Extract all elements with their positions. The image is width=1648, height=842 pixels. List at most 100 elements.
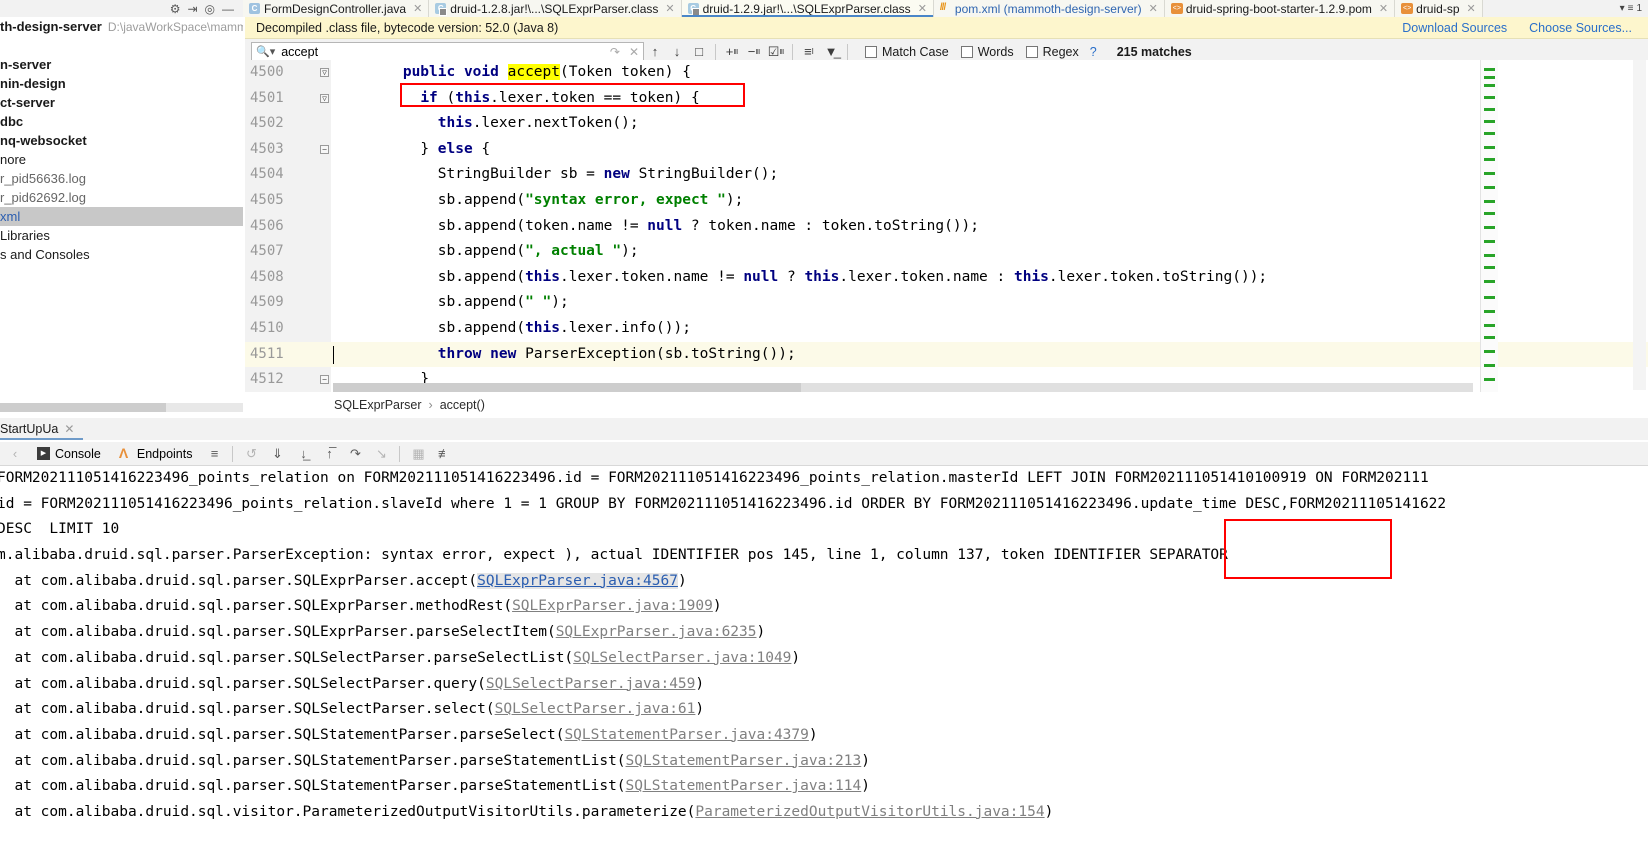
clear-all-icon[interactable]: ≢ — [431, 443, 457, 465]
select-all-occurrences-icon[interactable]: □ — [688, 42, 710, 62]
settings-icon[interactable]: ⚙ — [170, 2, 181, 16]
step-down-icon[interactable]: ⇓ — [264, 443, 290, 465]
editor-tab-0[interactable]: FormDesignController.java ✕ — [243, 0, 430, 17]
code-line[interactable]: 4509 sb.append(" "); — [245, 290, 1648, 316]
stacktrace-link[interactable]: ParameterizedOutputVisitorUtils.java:154 — [695, 804, 1044, 820]
tab-overflow-control[interactable]: ▾ ≡ 1 — [1613, 0, 1648, 17]
stacktrace-link[interactable]: SQLSelectParser.java:1049 — [573, 650, 791, 666]
editor-tab-3[interactable]: pom.xml (mammoth-design-server) ✕ — [933, 0, 1165, 17]
code-line[interactable]: 4503 − } else { — [245, 137, 1648, 163]
find-in-selection-icon[interactable]: ≡ I — [798, 42, 820, 62]
code-fold-close-icon[interactable]: − — [320, 144, 329, 154]
words-checkbox[interactable]: Words — [960, 45, 1014, 59]
find-next-icon[interactable]: ↓ — [666, 42, 688, 62]
code-line[interactable]: 4510 sb.append(this.lexer.info()); — [245, 316, 1648, 342]
code-line[interactable]: 4506 sb.append(token.name != null ? toke… — [245, 214, 1648, 240]
code-line[interactable]: 4507 sb.append(", actual "); — [245, 239, 1648, 265]
close-icon[interactable]: ✕ — [64, 422, 74, 436]
breadcrumb-class[interactable]: SQLExprParser — [334, 398, 422, 412]
match-case-checkbox[interactable]: Match Case — [865, 45, 949, 59]
stacktrace-link[interactable]: SQLStatementParser.java:213 — [626, 753, 862, 769]
select-all-matches-icon[interactable]: ☑ Ⅲ — [765, 42, 787, 62]
words-box[interactable] — [960, 45, 973, 58]
code-line[interactable]: 4508 sb.append(this.lexer.token.name != … — [245, 265, 1648, 291]
code-line[interactable]: 4500 ▽ public void accept(Token token) { — [245, 60, 1648, 86]
find-previous-icon[interactable]: ↑ — [644, 42, 666, 62]
stop-icon[interactable]: ↘ — [368, 443, 394, 465]
project-tree-item-4[interactable]: ct-server — [0, 93, 243, 112]
project-tree-item-1[interactable] — [0, 36, 243, 55]
editor-vertical-scrollbar[interactable] — [1633, 60, 1646, 390]
run-tool-window-tabs[interactable]: StartUpUa ✕ — [0, 418, 1648, 440]
soft-wrap-icon[interactable]: ↷ — [342, 443, 368, 465]
close-icon[interactable]: ✕ — [918, 2, 927, 15]
scroll-to-end-icon[interactable]: ↓̲ — [290, 443, 316, 465]
project-panel-toolbar[interactable]: ⚙ ⇥ ◎ — — [0, 0, 243, 17]
download-sources-link[interactable]: Download Sources — [1402, 21, 1507, 35]
code-line[interactable]: 4505 sb.append("syntax error, expect "); — [245, 188, 1648, 214]
project-tree-item-2[interactable]: n-server — [0, 55, 243, 74]
stacktrace-link[interactable]: SQLSelectParser.java:459 — [486, 676, 696, 692]
collapse-all-icon[interactable]: ⇥ — [187, 2, 197, 16]
project-tree-item-12[interactable]: s and Consoles — [0, 245, 243, 264]
project-tree-item-8[interactable]: r_pid56636.log — [0, 169, 243, 188]
minimize-icon[interactable]: — — [222, 2, 234, 16]
project-tree-item-6[interactable]: nq-websocket — [0, 131, 243, 150]
breadcrumb[interactable]: SQLExprParser › accept() — [245, 395, 1648, 415]
console-tab[interactable]: Console — [28, 447, 110, 461]
chevron-down-icon[interactable]: ▾ — [1620, 3, 1625, 14]
editor-tab-4[interactable]: druid-spring-boot-starter-1.2.9.pom ✕ — [1164, 0, 1396, 17]
code-line[interactable]: 4502 this.lexer.nextToken(); — [245, 111, 1648, 137]
project-tree-item-11[interactable]: Libraries — [0, 226, 243, 245]
console-output[interactable]: FORM202111051416223496_points_relation o… — [0, 466, 1648, 842]
endpoints-tab[interactable]: Endpoints — [110, 445, 202, 461]
close-icon[interactable]: ✕ — [1379, 2, 1388, 15]
rerun-icon[interactable]: ↺ — [238, 443, 264, 465]
stacktrace-link[interactable]: SQLSelectParser.java:61 — [495, 701, 696, 717]
run-toolbar-left-arrow-icon[interactable]: ‹ — [2, 443, 28, 465]
search-history-icon[interactable]: ↷ — [610, 45, 620, 59]
editor-tab-bar[interactable]: ⚙ ⇥ ◎ — FormDesignController.java✕druid-… — [0, 0, 1648, 17]
regex-checkbox[interactable]: Regex — [1025, 45, 1079, 59]
close-icon[interactable]: ✕ — [413, 2, 422, 15]
stacktrace-link[interactable]: SQLExprParser.java:6235 — [556, 624, 757, 640]
editor-tab-5[interactable]: druid-sp ✕ — [1395, 0, 1483, 17]
match-case-box[interactable] — [865, 45, 877, 58]
search-icon[interactable]: 🔍▾ — [256, 45, 275, 58]
stacktrace-link[interactable]: SQLStatementParser.java:4379 — [564, 727, 808, 743]
breadcrumb-method[interactable]: accept() — [440, 398, 485, 412]
project-tree-item-10[interactable]: xml — [0, 207, 243, 226]
stacktrace-link[interactable]: SQLExprParser.java:1909 — [512, 598, 713, 614]
search-input[interactable]: 🔍▾ accept ↷ ✕ — [251, 42, 644, 61]
project-tree-item-7[interactable]: nore — [0, 150, 243, 169]
run-tool-window-toolbar[interactable]: ‹ Console Endpoints ≡ ↺ ⇓ ↓̲ ↑̅ ↷ ↘ ▦ ≢ — [0, 442, 1648, 466]
stacktrace-link[interactable]: SQLExprParser.java:4567 — [477, 572, 678, 589]
project-tree-item-5[interactable]: dbc — [0, 112, 243, 131]
filter-icon[interactable]: ▼̲ — [820, 42, 842, 62]
choose-sources-link[interactable]: Choose Sources... — [1529, 21, 1632, 35]
editor-horizontal-scrollbar-thumb[interactable] — [333, 383, 801, 392]
regex-box[interactable] — [1025, 45, 1038, 58]
add-occurrence-icon[interactable]: + Ⅲ — [721, 42, 743, 62]
regex-help-link[interactable]: ? — [1090, 45, 1097, 59]
project-panel-hscrollbar-thumb[interactable] — [0, 403, 166, 412]
editor-tab-1[interactable]: druid-1.2.8.jar!\...\SQLExprParser.class… — [429, 0, 682, 17]
code-line[interactable]: 4501 ▽ if (this.lexer.token == token) { — [245, 86, 1648, 112]
project-tree-item-9[interactable]: r_pid62692.log — [0, 188, 243, 207]
stacktrace-link[interactable]: SQLStatementParser.java:114 — [626, 778, 862, 794]
close-icon[interactable]: ✕ — [1467, 2, 1476, 15]
code-line[interactable]: 4504 StringBuilder sb = new StringBuilde… — [245, 162, 1648, 188]
print-icon[interactable]: ▦ — [405, 443, 431, 465]
error-stripe-marker-gutter[interactable] — [1480, 60, 1498, 392]
code-fold-close-icon[interactable]: − — [320, 375, 329, 385]
tab-list-icon[interactable]: ≡ — [1628, 3, 1634, 14]
scroll-to-top-icon[interactable]: ↑̅ — [316, 443, 342, 465]
close-icon[interactable]: ✕ — [1149, 2, 1158, 15]
project-tree-panel[interactable]: th-design-server D:\javaWorkSpace\mamm n-s… — [0, 17, 243, 417]
clear-search-icon[interactable]: ✕ — [629, 45, 639, 59]
show-options-menu-icon[interactable]: ≡ — [201, 443, 227, 465]
close-icon[interactable]: ✕ — [665, 2, 674, 15]
project-tree-item-3[interactable]: nin-design — [0, 74, 243, 93]
run-tab-startupua[interactable]: StartUpUa ✕ — [0, 418, 84, 440]
code-fold-open-icon[interactable]: ▽ — [320, 68, 329, 77]
